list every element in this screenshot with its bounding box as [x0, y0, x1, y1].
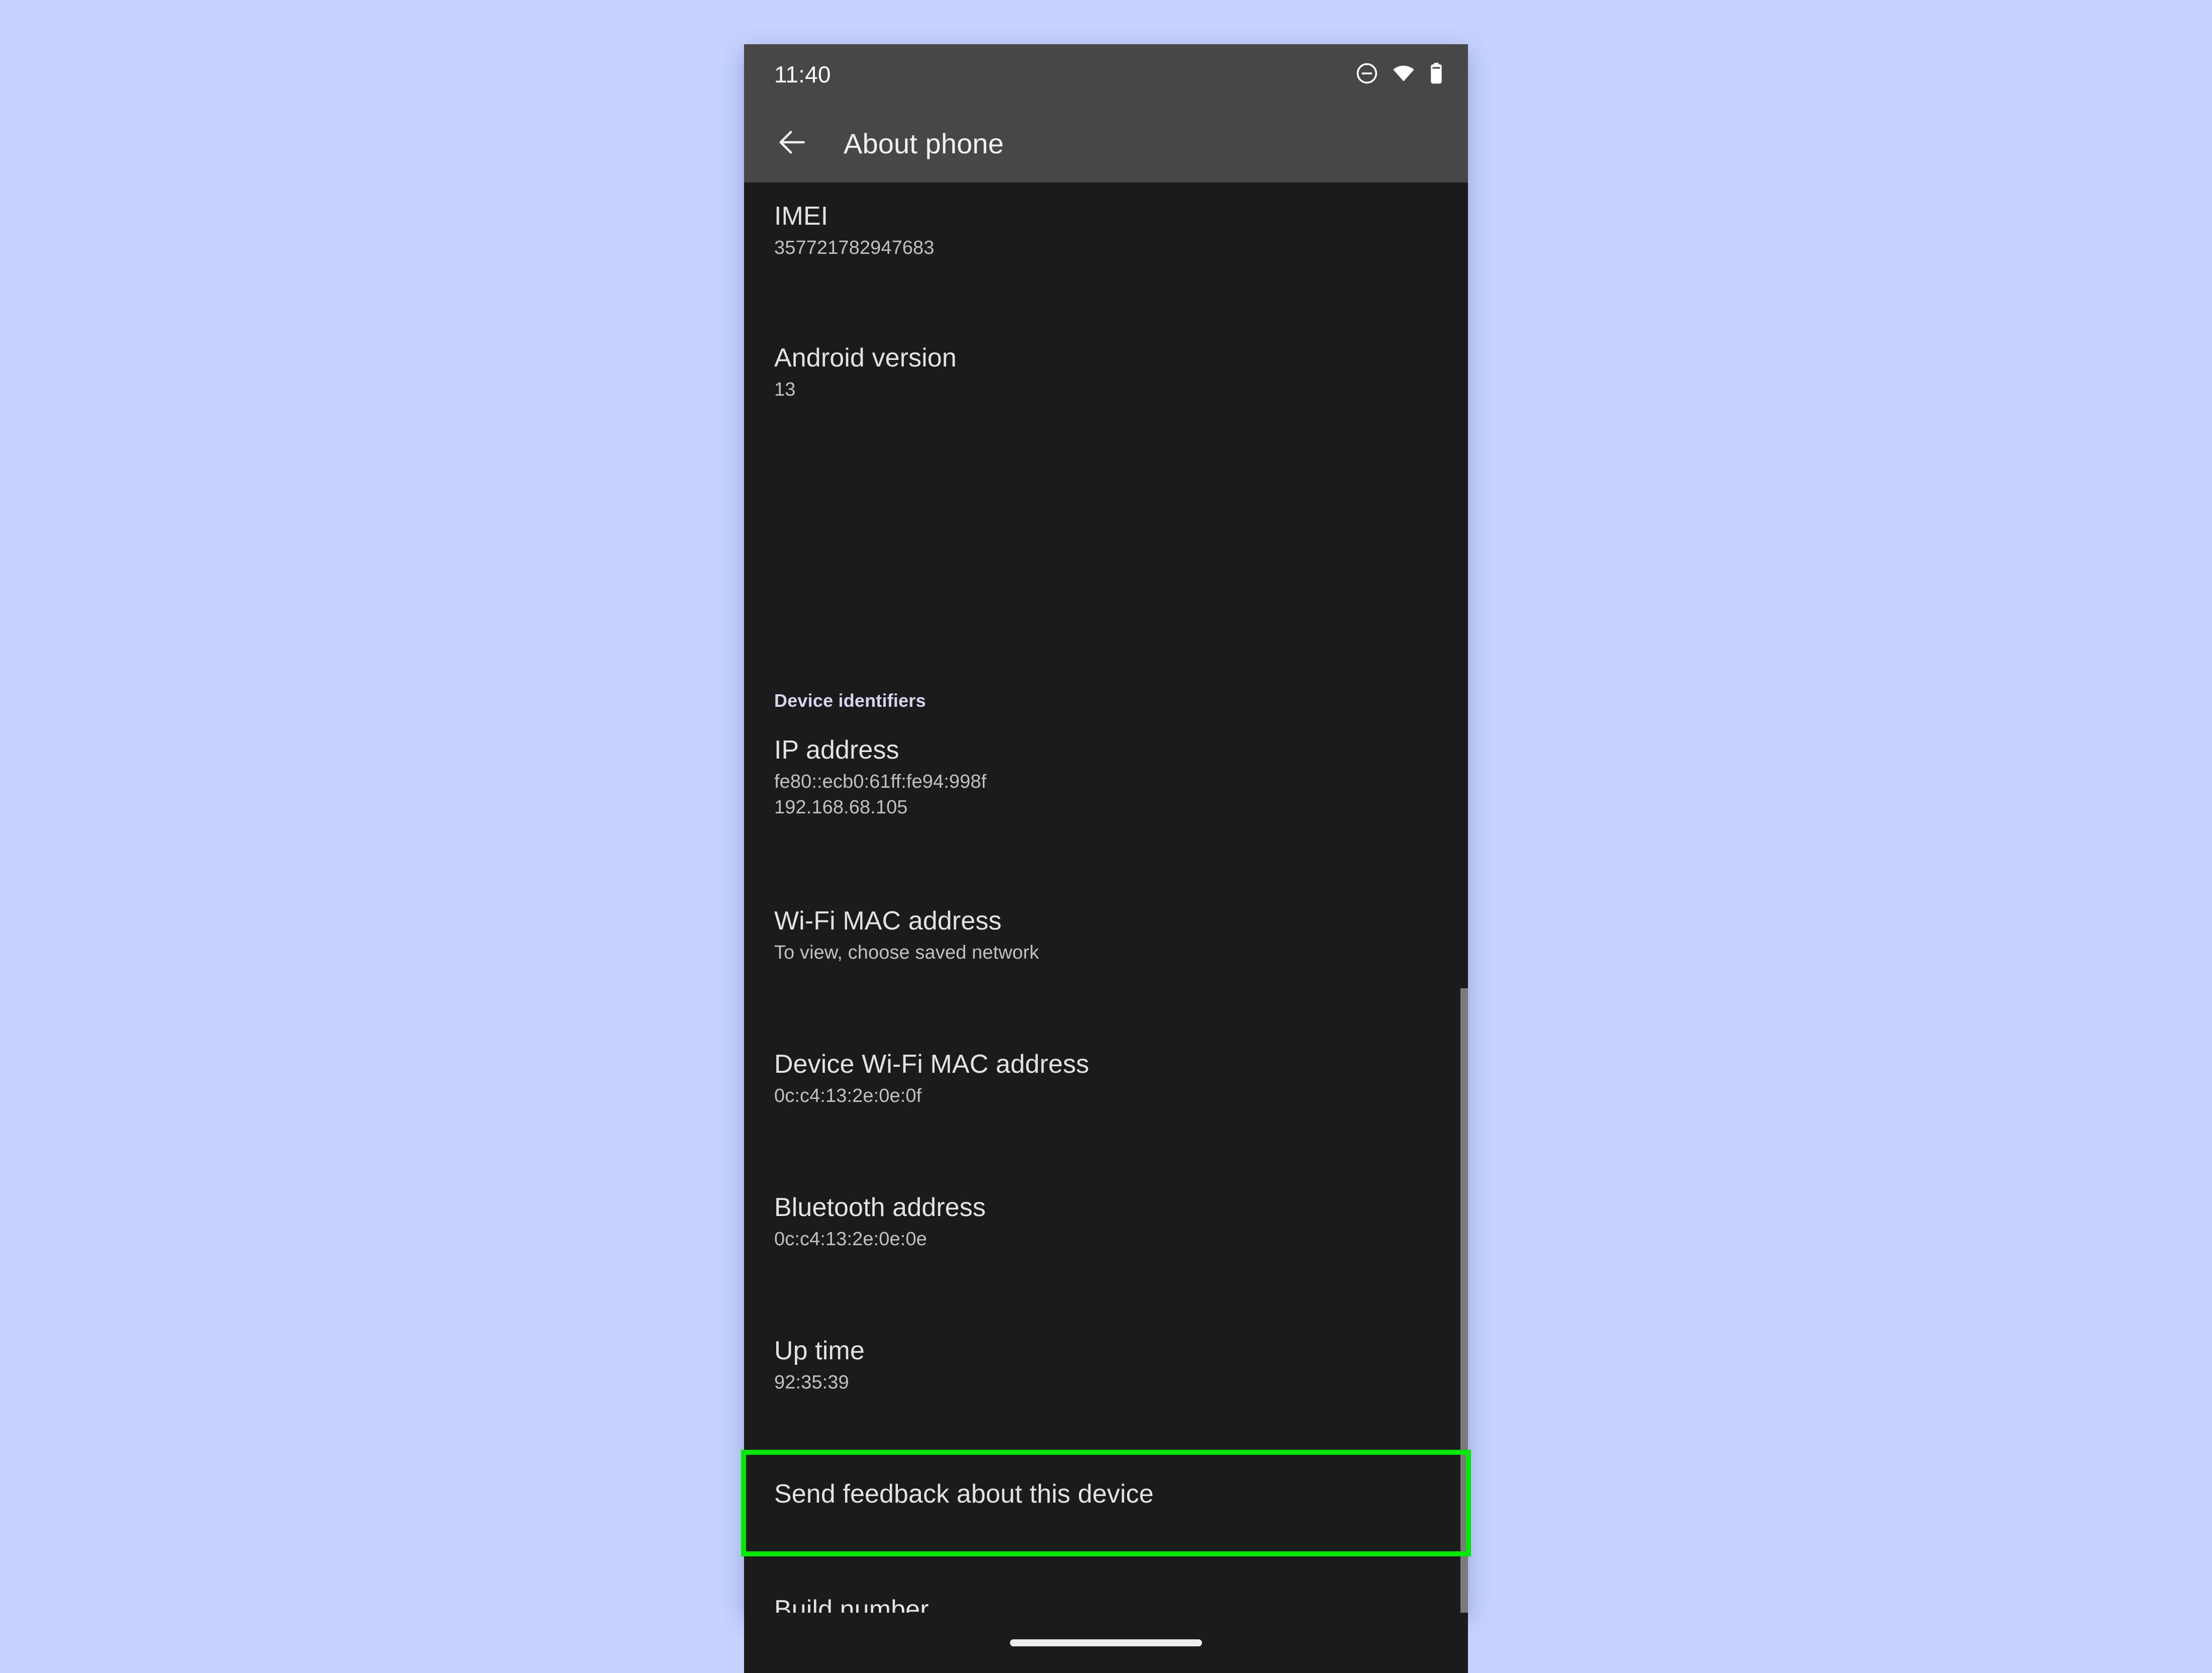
list-item-title: Android version — [774, 343, 957, 373]
list-item-title: IP address — [774, 735, 899, 765]
status-bar-icons — [1355, 62, 1444, 87]
list-item-title: IMEI — [774, 202, 828, 231]
list-item-title: Up time — [774, 1336, 865, 1365]
list-item-device-wifi-mac-address[interactable]: Device Wi-Fi MAC address 0c:c4:13:2e:0e:… — [744, 1050, 1468, 1108]
list-item-ip-address[interactable]: IP address fe80::ecb0:61ff:fe94:998f 192… — [744, 735, 1468, 819]
list-item-value: 0c:c4:13:2e:0e:0f — [774, 1085, 922, 1107]
page-title: About phone — [844, 128, 1004, 159]
list-item-imei[interactable]: IMEI 357721782947683 — [744, 202, 1468, 260]
list-item-bluetooth-address[interactable]: Bluetooth address 0c:c4:13:2e:0e:0e — [744, 1193, 1468, 1252]
list-item-build-number[interactable]: Build number TP1A.221005.002 — [744, 1595, 1468, 1613]
status-bar-clock: 11:40 — [774, 61, 831, 87]
list-item-title: Wi-Fi MAC address — [774, 906, 1002, 936]
back-button[interactable] — [771, 123, 813, 165]
list-item-value-ipv6: fe80::ecb0:61ff:fe94:998f — [774, 771, 987, 793]
list-item-title: Device Wi-Fi MAC address — [774, 1050, 1089, 1079]
status-bar: 11:40 — [744, 44, 1468, 105]
phone-screen: 11:40 About phone IMEI 357721782947683 A… — [741, 44, 1471, 1673]
home-gesture-pill[interactable] — [1010, 1639, 1202, 1646]
list-item-value-ipv4: 192.168.68.105 — [774, 796, 908, 818]
section-header-device-identifiers: Device identifiers — [774, 690, 926, 711]
list-item-wifi-mac-address[interactable]: Wi-Fi MAC address To view, choose saved … — [744, 906, 1468, 965]
navigation-bar — [744, 1613, 1468, 1673]
list-item-send-feedback[interactable]: Send feedback about this device — [744, 1479, 1468, 1509]
do-not-disturb-icon — [1355, 62, 1378, 87]
list-item-value: 92:35:39 — [774, 1372, 849, 1393]
list-item-up-time[interactable]: Up time 92:35:39 — [744, 1336, 1468, 1395]
battery-icon — [1429, 62, 1444, 87]
list-item-android-version[interactable]: Android version 13 — [744, 343, 1468, 402]
settings-list[interactable]: IMEI 357721782947683 Android version 13 … — [744, 182, 1468, 1613]
arrow-left-icon — [775, 125, 809, 162]
list-item-title: Build number — [774, 1595, 929, 1613]
list-item-value: 357721782947683 — [774, 237, 935, 259]
scrollbar-thumb[interactable] — [1460, 988, 1468, 1613]
list-item-title: Send feedback about this device — [774, 1479, 1154, 1509]
list-item-value: 13 — [774, 379, 796, 401]
list-item-title: Bluetooth address — [774, 1193, 986, 1222]
app-bar: About phone — [744, 105, 1468, 182]
list-item-value: To view, choose saved network — [774, 942, 1039, 964]
wifi-icon — [1392, 62, 1416, 87]
list-item-value: 0c:c4:13:2e:0e:0e — [774, 1229, 927, 1250]
